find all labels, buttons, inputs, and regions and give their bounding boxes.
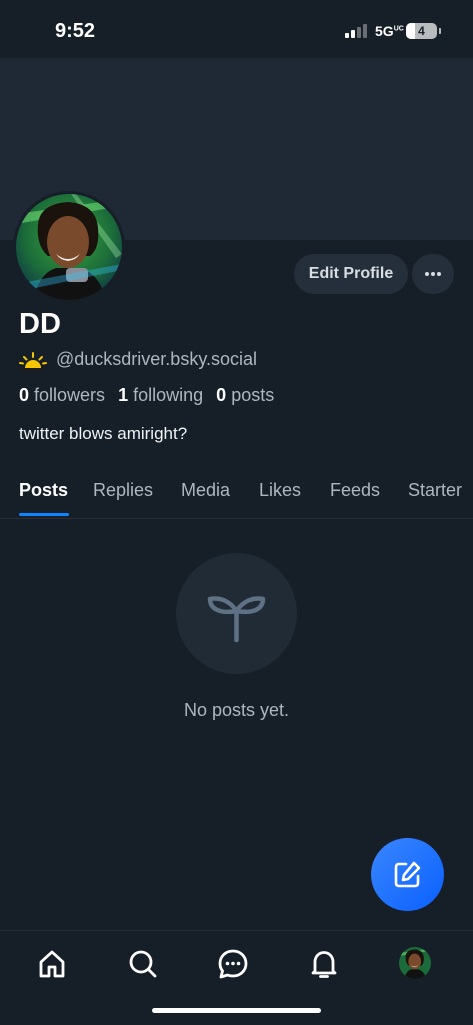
signal-icon [345,24,367,38]
posts-stat: 0 posts [216,385,275,405]
battery-level: 4 [418,24,425,38]
active-tab-indicator [19,513,69,516]
empty-state-badge [176,553,297,674]
ellipsis-icon [425,272,441,276]
battery-tip [439,28,441,34]
home-icon [39,950,65,978]
tab-feeds[interactable]: Feeds [330,480,380,501]
tab-replies[interactable]: Replies [93,480,153,501]
tab-starter[interactable]: Starter [408,480,462,501]
status-time: 9:52 [55,20,96,42]
nav-search[interactable] [125,946,161,982]
compose-button[interactable] [371,838,444,911]
home-indicator [152,1008,321,1013]
status-bar: 9:52 5GUC 4 [0,0,473,58]
battery-icon: 4 [406,23,437,39]
bell-icon [311,951,337,978]
edit-profile-button[interactable]: Edit Profile [294,254,408,294]
compose-icon [394,861,421,888]
nav-chat[interactable] [215,946,251,982]
empty-state-message: No posts yet. [183,700,290,720]
search-icon [129,950,157,978]
nav-profile-avatar[interactable] [399,947,431,979]
display-name: DD [19,308,61,340]
profile-bio: twitter blows amiright? [19,424,188,443]
profile-stats: 0 followers 1 following 0 posts [19,385,274,406]
tab-posts[interactable]: Posts [19,480,68,501]
profile-avatar[interactable] [13,191,125,303]
followers-stat[interactable]: 0 followers [19,385,105,405]
following-stat[interactable]: 1 following [118,385,203,405]
sunrise-icon [19,352,47,371]
more-options-button[interactable] [412,254,454,294]
nav-home[interactable] [34,946,70,982]
profile-tabs: Posts Replies Media Likes Feeds Starter [0,466,473,519]
chat-icon [218,949,248,979]
tab-likes[interactable]: Likes [259,480,301,501]
tab-media[interactable]: Media [181,480,230,501]
network-label: 5GUC [375,23,404,39]
sprout-icon [207,596,266,643]
user-handle[interactable]: @ducksdriver.bsky.social [56,349,257,370]
nav-notifications[interactable] [306,946,342,982]
